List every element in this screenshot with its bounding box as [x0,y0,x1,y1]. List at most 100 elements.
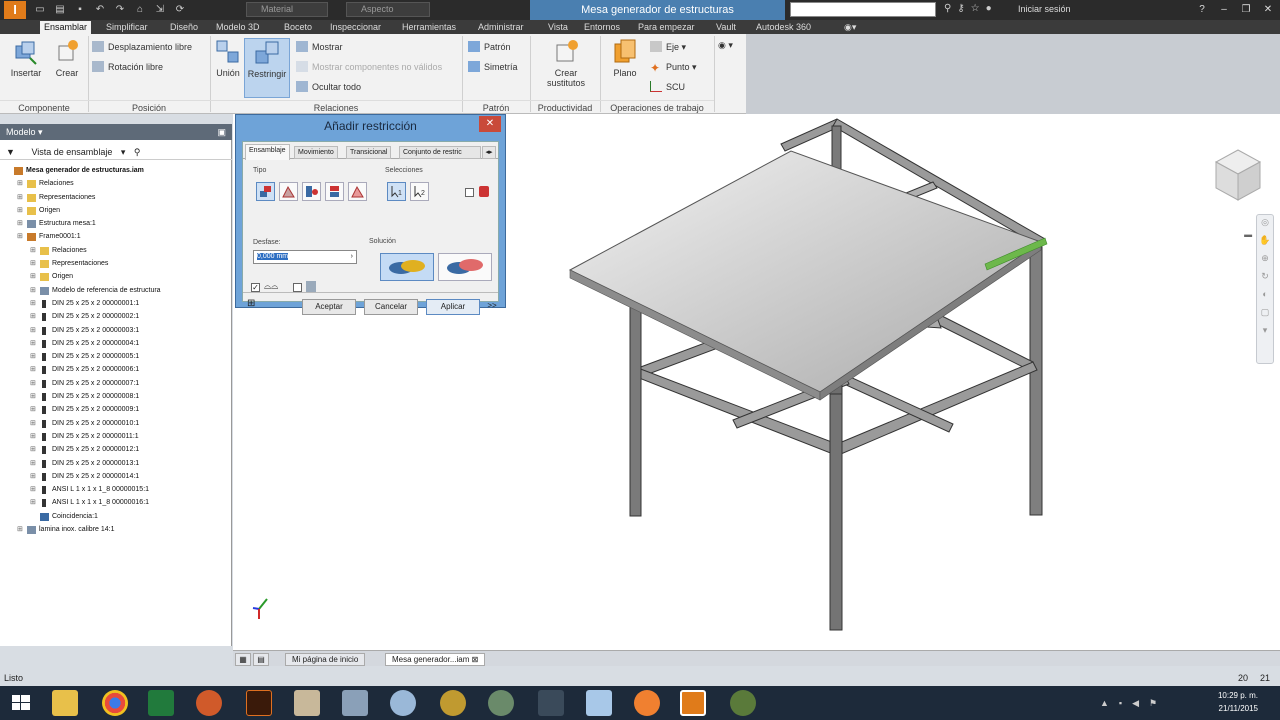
tab-boceto[interactable]: Boceto [280,21,316,34]
tray-volume-icon[interactable]: ◀ [1132,698,1139,709]
show-invalid-button[interactable]: Mostrar componentes no válidos [296,60,442,74]
ok-button[interactable]: Aceptar [302,299,356,315]
tree-item[interactable]: ⊞ DIN 25 x 25 x 2 00000009:1 [0,403,232,416]
app-icon-1[interactable] [196,690,222,716]
expand-icon[interactable]: ⊞ [30,430,38,443]
expand-icon[interactable]: ⊞ [30,417,38,430]
expand-icon[interactable]: ⊞ [30,270,38,283]
solution-flush-button[interactable] [438,253,492,281]
app-icon-9[interactable] [634,690,660,716]
view-selector-arrow-icon[interactable]: ▾ [121,147,126,157]
tile-icon[interactable]: ▦ [235,653,251,666]
tree-item[interactable]: ⊞ DIN 25 x 25 x 2 00000005:1 [0,350,232,363]
tree-item[interactable]: ⊞ Representaciones [0,257,232,270]
zoom-icon[interactable]: ⊕ [1257,253,1273,269]
tree-item[interactable]: ⊞ Modelo de referencia de estructura [0,284,232,297]
expand-icon[interactable]: ⊞ [17,204,25,217]
tree-item[interactable]: ⊞ Origen [0,204,232,217]
tab-vista[interactable]: Vista [544,21,572,34]
nav-more-icon[interactable]: ▾ [1257,325,1273,341]
mate-constraint-icon[interactable] [256,182,275,201]
key-icon[interactable]: ⚷ [957,3,964,14]
app-icon-6[interactable] [488,690,514,716]
expand-icon[interactable]: ⊞ [30,244,38,257]
expand-icon[interactable]: ⊞ [30,443,38,456]
app-icon-4[interactable] [390,690,416,716]
panel-position[interactable]: Posición [88,100,210,114]
first-click-icon[interactable] [479,186,489,197]
tree-item[interactable]: ⊞ lamina inox. calibre 14:1 [0,523,232,536]
mirror-button[interactable]: Simetría [468,60,518,74]
tab-administrar[interactable]: Administrar [474,21,528,34]
axis-button[interactable]: Eje ▾ [650,40,686,54]
apply-button[interactable]: Aplicar [426,299,480,315]
tray-network-icon[interactable]: ▪ [1119,698,1122,709]
offset-input[interactable]: 0,000 mm › [253,250,357,264]
windows-start-icon[interactable] [8,690,34,716]
predict-checkbox[interactable] [293,283,302,292]
close-icon[interactable]: ✕ [1260,2,1276,17]
tree-item[interactable]: ⊞ DIN 25 x 25 x 2 00000002:1 [0,310,232,323]
expand-icon[interactable]: ⊞ [30,310,38,323]
redo-icon[interactable]: ↷ [112,2,128,17]
insert-button[interactable]: Insertar [6,38,46,78]
expand-icon[interactable]: ⊞ [30,363,38,376]
dialog-tab-transitional[interactable]: Transicional [346,146,392,159]
tree-item[interactable]: ⊞ DIN 25 x 25 x 2 00000014:1 [0,470,232,483]
tree-item[interactable]: ⊞ Relaciones [0,244,232,257]
tree-item[interactable]: ⊞ Origen [0,270,232,283]
app-logo[interactable]: I [4,1,26,19]
file-explorer-icon[interactable] [52,690,78,716]
pan-icon[interactable]: ✋ [1257,235,1273,251]
tab-para-empezar[interactable]: Para empezar [634,21,699,34]
expand-icon[interactable]: ⊞ [30,284,38,297]
angle-constraint-icon[interactable] [279,182,298,201]
tree-item[interactable]: ⊞ DIN 25 x 25 x 2 00000012:1 [0,443,232,456]
illustrator-icon[interactable] [246,690,272,716]
zoom-window-icon[interactable]: ▢ [1257,307,1273,323]
tray-flag-icon[interactable]: ⚑ [1149,698,1157,709]
free-rotate-button[interactable]: Rotación libre [92,60,163,74]
show-button[interactable]: Mostrar [296,40,343,54]
symmetry-constraint-icon[interactable] [348,182,367,201]
predict-offset-checkbox[interactable] [465,188,474,197]
select-icon[interactable]: ⇲ [152,2,168,17]
tree-item[interactable]: ⊞ DIN 25 x 25 x 2 00000011:1 [0,430,232,443]
panel-work-features[interactable]: Operaciones de trabajo [600,100,714,114]
tree-item[interactable]: ⊞ DIN 25 x 25 x 2 00000006:1 [0,363,232,376]
app-icon-3[interactable] [342,690,368,716]
browser-search-icon[interactable]: ⚲ [134,147,141,157]
user-icon[interactable]: ● [986,3,992,14]
tab-entornos[interactable]: Entornos [580,21,624,34]
view-options-button[interactable]: ◉ ▾ [718,38,733,52]
create-button[interactable]: Crear [50,38,84,78]
insert-constraint-icon[interactable] [325,182,344,201]
point-button[interactable]: ✦ Punto ▾ [650,60,697,74]
panel-pattern[interactable]: Patrón [462,100,530,114]
restore-icon[interactable]: ❐ [1238,2,1254,17]
view-selector[interactable]: Vista de ensamblaje [31,147,112,157]
constrain-button[interactable]: Restringir [244,38,290,98]
expand-icon[interactable]: ⊞ [30,470,38,483]
chrome-icon[interactable] [102,690,128,716]
tree-item[interactable]: ⊞ Relaciones [0,177,232,190]
save-icon[interactable]: ▪ [72,2,88,17]
join-button[interactable]: Unión [214,38,242,78]
app-icon-8[interactable] [586,690,612,716]
tree-item[interactable]: ⊞ ANSI L 1 x 1 x 1_8 00000016:1 [0,496,232,509]
expand-icon[interactable]: ⊞ [17,230,25,243]
expand-icon[interactable]: ⊞ [30,377,38,390]
tab-simplificar[interactable]: Simplificar [102,21,152,34]
create-substitutes-button[interactable]: Crear sustitutos [538,38,594,88]
tree-item[interactable]: ⊞ Estructura mesa:1 [0,217,232,230]
expand-icon[interactable]: ⊞ [30,403,38,416]
cascade-icon[interactable]: ▤ [253,653,269,666]
undo-icon[interactable]: ↶ [92,2,108,17]
tab-modelo-3d[interactable]: Modelo 3D [212,21,264,34]
tree-item[interactable]: ⊞ DIN 25 x 25 x 2 00000013:1 [0,457,232,470]
tree-item[interactable]: ⊞ ANSI L 1 x 1 x 1_8 00000015:1 [0,483,232,496]
hide-all-button[interactable]: Ocultar todo [296,80,361,94]
expand-icon[interactable]: ⊞ [30,350,38,363]
minimize-icon[interactable]: – [1216,2,1232,17]
appearance-select[interactable]: Aspecto [346,2,430,17]
